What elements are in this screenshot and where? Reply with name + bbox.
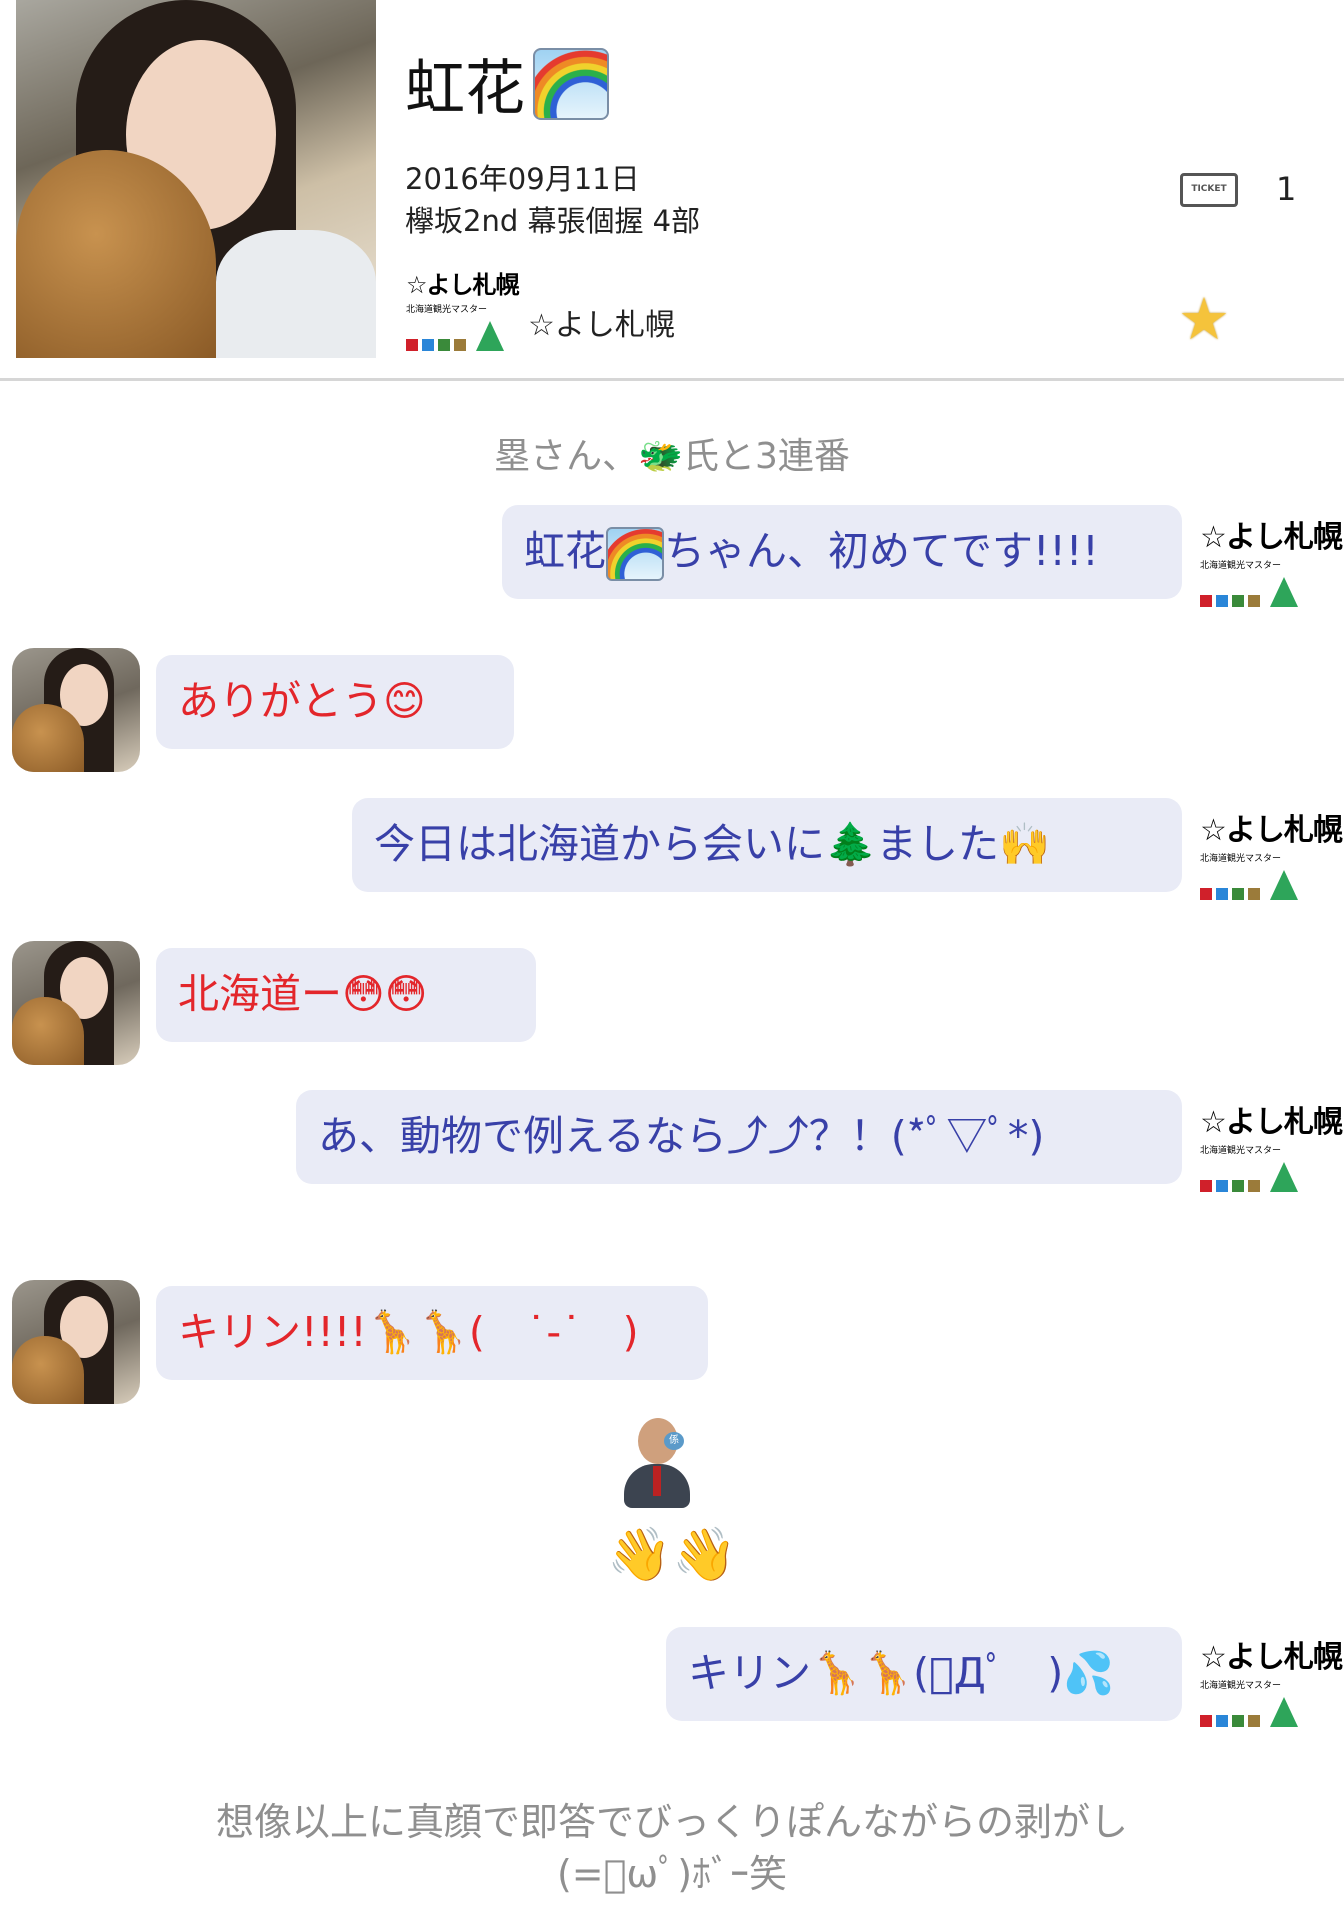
badge-red-icon	[1200, 1180, 1212, 1192]
badge-icons	[406, 321, 514, 351]
rainbow-icon	[533, 47, 609, 120]
badge-keyaki-icon	[1270, 1162, 1298, 1192]
rainbow-icon	[606, 527, 664, 581]
event-date: 2016年09月11日	[405, 162, 640, 196]
badge-subtitle: 北海道観光マスター	[1200, 854, 1282, 864]
situation-note: 塁さん、🐲氏と3連番	[494, 436, 850, 477]
member-avatar[interactable]	[12, 941, 140, 1065]
badge-subtitle: 北海道観光マスター	[1200, 1146, 1282, 1156]
staff-person-icon: 係	[622, 1418, 692, 1508]
fan-avatar-badge: ☆よし札幌 北海道観光マスター	[1200, 805, 1343, 900]
message-text: 虹花	[524, 527, 606, 575]
badge-title: ☆よし札幌	[1200, 520, 1343, 555]
badge-twitter-icon	[1216, 1180, 1228, 1192]
fan-avatar-badge: ☆よし札幌 北海道観光マスター	[1200, 512, 1343, 607]
badge-red-icon	[1200, 1715, 1212, 1727]
ticket-icon: TICKET	[1180, 173, 1238, 207]
badge-beer-icon	[454, 339, 466, 351]
badge-keyaki-icon	[1270, 577, 1298, 607]
badge-subtitle: 北海道観光マスター	[1200, 1681, 1282, 1691]
badge-title: ☆よし札幌	[1200, 1640, 1343, 1675]
badge-icons	[1200, 1162, 1328, 1192]
closing-caption-sub: (=ﾟωﾟ)ﾎﾞｰ笑	[556, 1852, 788, 1896]
badge-twitter-icon	[422, 339, 434, 351]
fan-name: ☆よし札幌	[528, 308, 675, 343]
badge-red-icon	[1200, 888, 1212, 900]
member-name: 虹花	[405, 54, 525, 124]
badge-twitter-icon	[1216, 595, 1228, 607]
event-header: 虹花 2016年09月11日 欅坂2nd 幕張個握 4部 ☆よし札幌 北海道観光…	[0, 0, 1344, 381]
staff-tie	[653, 1466, 661, 1496]
message-bubble-outgoing: あ、動物で例えるなら⤴︎⤴︎？！(*ﾟ▽ﾟ*)	[296, 1090, 1182, 1184]
member-avatar[interactable]	[12, 1280, 140, 1404]
badge-icons	[1200, 870, 1328, 900]
badge-subtitle: 北海道観光マスター	[406, 305, 488, 315]
badge-twitter-icon	[1216, 888, 1228, 900]
ticket-count: 1	[1276, 170, 1297, 208]
badge-title: ☆よし札幌	[406, 271, 520, 299]
message-bubble-incoming: ありがとう😊	[156, 655, 514, 749]
badge-red-icon	[406, 339, 418, 351]
message-bubble-incoming: キリン!!!!🦒🦒( ˙-˙ )	[156, 1286, 708, 1380]
badge-icons	[1200, 577, 1328, 607]
fan-avatar-badge: ☆よし札幌 北海道観光マスター	[1200, 1632, 1343, 1727]
badge-red-icon	[1200, 595, 1212, 607]
badge-title: ☆よし札幌	[1200, 1105, 1343, 1140]
waving-hands-icon: 👋👋	[607, 1525, 737, 1585]
member-photo[interactable]	[16, 0, 376, 358]
badge-plane-icon	[1232, 888, 1244, 900]
message-bubble-outgoing: キリン🦒🦒(ﾟДﾟ )💦	[666, 1627, 1182, 1721]
message-bubble-outgoing: 今日は北海道から会いに🌲ました🙌	[352, 798, 1182, 892]
badge-plane-icon	[1232, 1715, 1244, 1727]
badge-beer-icon	[1248, 1715, 1260, 1727]
badge-keyaki-icon	[476, 321, 504, 351]
badge-icons	[1200, 1697, 1328, 1727]
photo-shirt	[216, 230, 376, 358]
fan-badge: ☆よし札幌 北海道観光マスター	[406, 265, 520, 351]
message-bubble-outgoing: 虹花 ちゃん、初めてです!!!!	[502, 505, 1182, 599]
badge-beer-icon	[1248, 888, 1260, 900]
member-name-title: 虹花	[405, 40, 609, 127]
staff-tag-icon: 係	[664, 1432, 684, 1450]
fan-avatar-badge: ☆よし札幌 北海道観光マスター	[1200, 1097, 1343, 1192]
favorite-star-icon[interactable]: ★	[1178, 290, 1230, 348]
closing-caption: 想像以上に真顔で即答でびっくりぽんながらの剥がし	[215, 1800, 1128, 1844]
member-avatar[interactable]	[12, 648, 140, 772]
staff-head: 係	[638, 1418, 684, 1464]
badge-subtitle: 北海道観光マスター	[1200, 561, 1282, 571]
badge-plane-icon	[1232, 1180, 1244, 1192]
event-name: 欅坂2nd 幕張個握 4部	[405, 204, 701, 238]
badge-plane-icon	[438, 339, 450, 351]
badge-twitter-icon	[1216, 1715, 1228, 1727]
badge-keyaki-icon	[1270, 1697, 1298, 1727]
badge-keyaki-icon	[1270, 870, 1298, 900]
badge-title: ☆よし札幌	[1200, 813, 1343, 848]
message-bubble-incoming: 北海道ー😳😳	[156, 948, 536, 1042]
badge-beer-icon	[1248, 595, 1260, 607]
badge-plane-icon	[1232, 595, 1244, 607]
badge-beer-icon	[1248, 1180, 1260, 1192]
message-text: ちゃん、初めてです!!!!	[664, 527, 1099, 575]
